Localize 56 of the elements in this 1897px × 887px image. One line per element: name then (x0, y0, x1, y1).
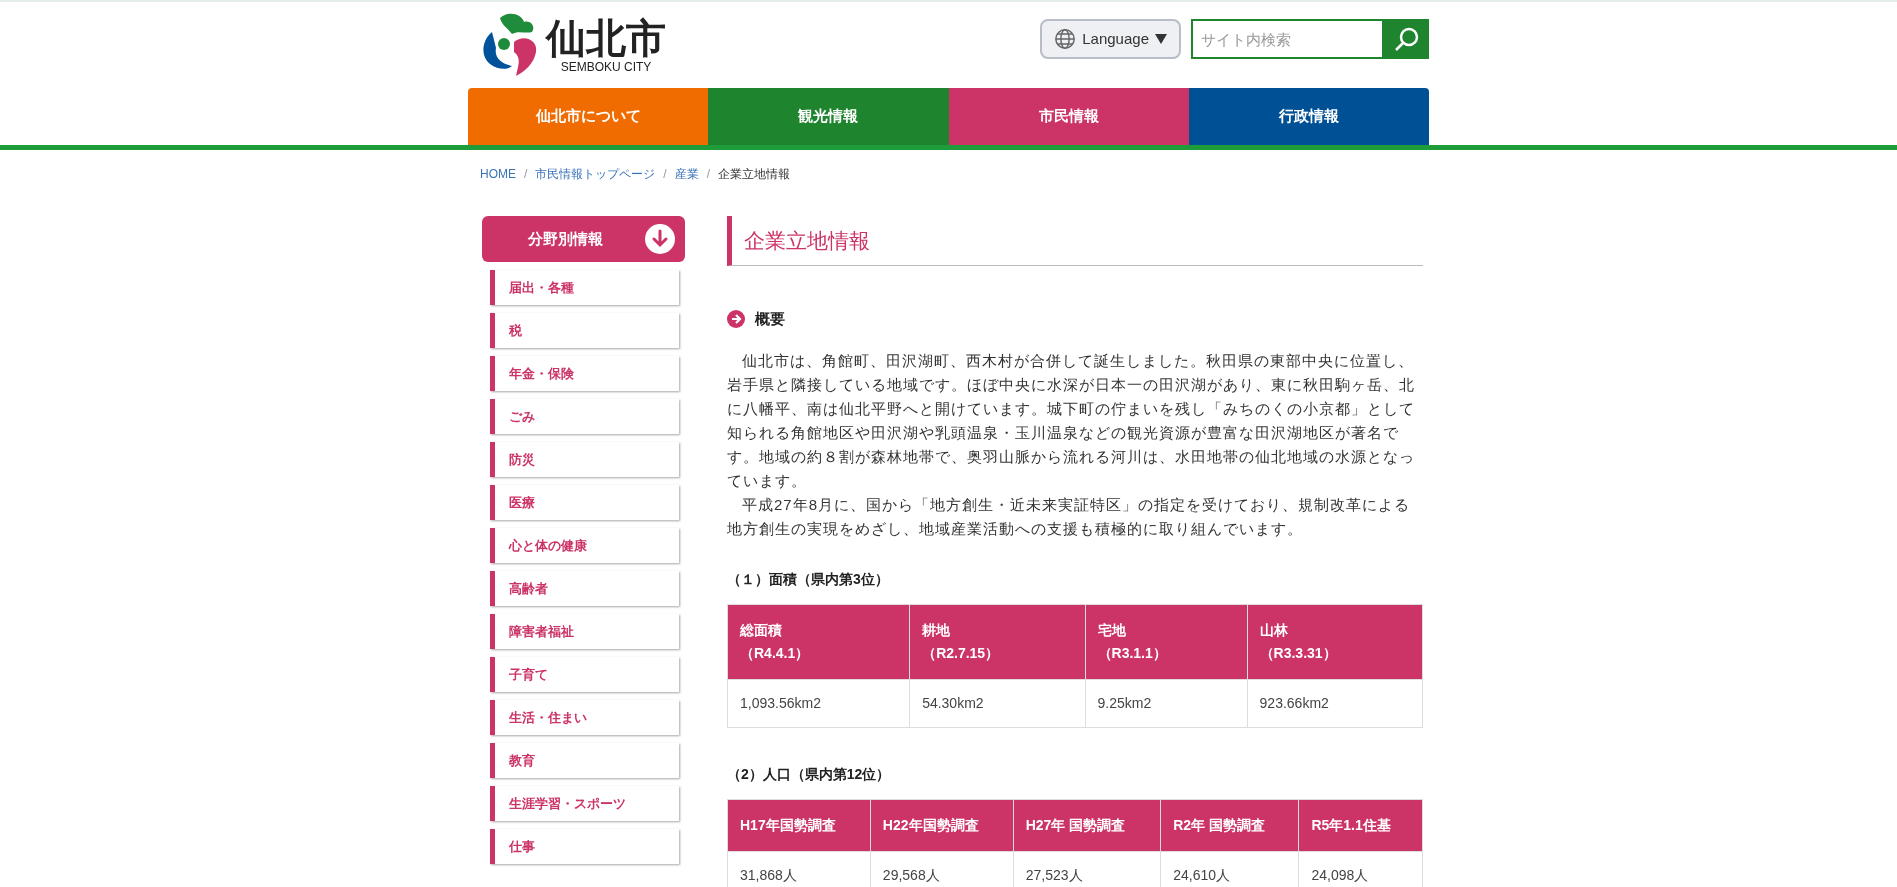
table-cell: 923.66km2 (1247, 679, 1423, 727)
body-paragraph: 仙北市は、角館町、田沢湖町、西木村が合併して誕生しました。秋田県の東部中央に位置し、岩手県と隣接している地域です。ほぼ中央に水深が日本一の田沢湖があり、東に秋田駒ヶ岳、北に八幡平、南は仙北平野へと開けています。城下町の佇まいを残し「みちのくの小京都」として知られる角館地区や田沢湖や乳頭温泉・玉川温泉などの観光資源が豊富な田沢湖地区が著名です。地域の約８割が森林地帯で、奥羽山脈から流れる河川は、水田地帯の仙北地域の水源となっています。 (727, 350, 1416, 491)
nav-tab[interactable]: 仙北市について (468, 88, 709, 145)
sidebar-item[interactable]: 高齢者 (490, 571, 679, 606)
table-header-cell: 耕地 （R2.7.15） (909, 604, 1086, 679)
current-page-label: 企業立地情報 (718, 166, 791, 183)
table-header-cell: H27年 国勢調査 (1013, 799, 1161, 851)
arrow-circle-icon (727, 310, 745, 329)
search-icon (1393, 26, 1420, 52)
page-title: 企業立地情報 (727, 216, 1423, 266)
language-button[interactable]: Language (1040, 19, 1181, 59)
sidebar-item[interactable]: 防災 (490, 442, 679, 477)
logo-name: 仙北市 (546, 16, 666, 60)
table-cell: 9.25km2 (1085, 679, 1248, 727)
sidebar-item[interactable]: 障害者福祉 (490, 614, 679, 649)
table-cell: 54.30km2 (909, 679, 1086, 727)
sidebar-item[interactable]: 医療 (490, 485, 679, 520)
sidebar-item[interactable]: 仕事 (490, 829, 679, 864)
breadcrumb-separator: / (524, 166, 528, 183)
category-title: 分野別情報 (528, 228, 603, 249)
breadcrumb-separator: / (663, 166, 667, 183)
category-header[interactable]: 分野別情報 (482, 216, 685, 262)
body-paragraph: 平成27年8月に、国から「地方創生・近未来実証特区」の指定を受けており、規制改革による地方創生の実現をめざし、地域産業活動への支援も積極的に取り組んでいます。 (727, 494, 1412, 539)
table-header-cell: R5年1.1住基 (1298, 799, 1423, 851)
sidebar-item[interactable]: 届出・各種 (490, 270, 679, 305)
table-header-cell: 宅地 （R3.1.1） (1085, 604, 1248, 679)
sidebar-item[interactable]: 生活・住まい (490, 700, 679, 735)
sidebar-item[interactable]: 子育て (490, 657, 679, 692)
sidebar-item[interactable]: 心と体の健康 (490, 528, 679, 563)
logo-subtitle: SEMBOKU CITY (560, 60, 652, 74)
globe-icon (1054, 28, 1077, 50)
nav-tab[interactable]: 市民情報 (948, 88, 1189, 145)
sidebar-item[interactable]: 生涯学習・スポーツ (490, 786, 679, 821)
sidebar-item[interactable]: 税 (490, 313, 679, 348)
sidebar-item[interactable]: ごみ (490, 399, 679, 434)
section-heading: 概要 (755, 309, 785, 329)
table-header-cell: H17年国勢調査 (727, 799, 871, 851)
table-header-cell: H22年国勢調査 (870, 799, 1014, 851)
breadcrumb-link[interactable]: HOME (480, 165, 516, 183)
nav-tab[interactable]: 行政情報 (1188, 88, 1429, 145)
sidebar-item[interactable]: 教育 (490, 743, 679, 778)
caret-icon (1155, 34, 1167, 44)
nav-tab[interactable]: 観光情報 (708, 88, 949, 145)
table-cell: 31,868人 (727, 851, 871, 887)
search-button[interactable] (1384, 19, 1429, 59)
sidebar-item[interactable]: 年金・保険 (490, 356, 679, 391)
search-field[interactable]: サイト内検索 (1191, 19, 1384, 59)
table-caption: （2）人口（県内第12位） (727, 764, 892, 784)
breadcrumb-separator: / (706, 166, 711, 183)
breadcrumb-link[interactable]: 産業 (674, 165, 699, 183)
breadcrumb-link[interactable]: 市民情報トップページ (535, 165, 656, 183)
table-caption: （１）面積（県内第3位） (727, 569, 890, 589)
table-cell: 1,093.56km2 (727, 679, 910, 727)
table-header-cell: R2年 国勢調査 (1160, 799, 1299, 851)
table-header-cell: 山林 （R3.3.31） (1247, 604, 1423, 679)
table-header-cell: 総面積 （R4.4.1） (727, 604, 910, 679)
